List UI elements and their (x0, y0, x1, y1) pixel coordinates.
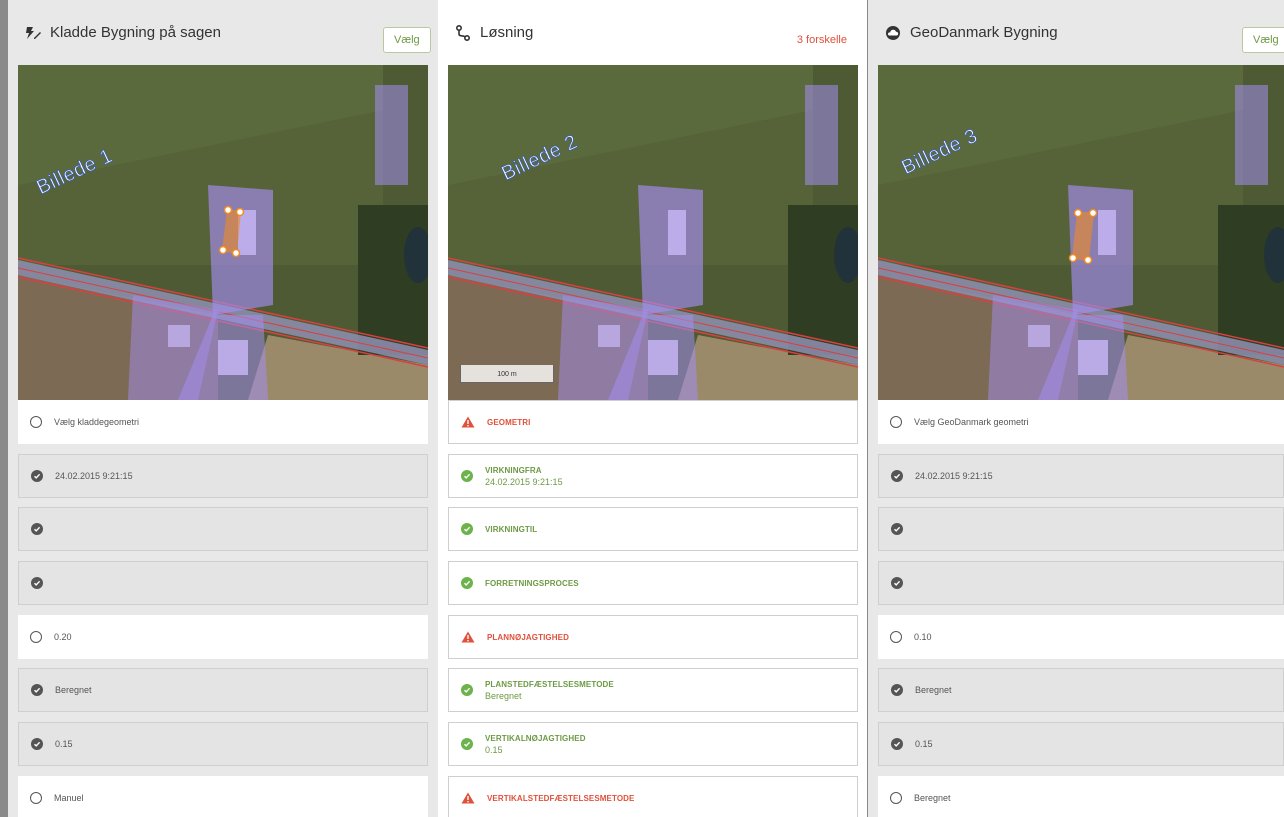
attribute-value: 24.02.2015 9:21:15 (55, 471, 133, 481)
attribute-row (878, 507, 1284, 551)
warning-icon (461, 631, 475, 643)
solution-route-icon (454, 24, 472, 42)
panel-title: Løsning (480, 24, 534, 41)
radio-button[interactable] (890, 792, 902, 804)
check-icon (461, 738, 473, 750)
attribute-text: VIRKNINGTIL (485, 525, 537, 534)
attribute-row (18, 507, 428, 551)
attribute-label: VIRKNINGTIL (485, 524, 538, 534)
attribute-label: PLANSTEDFÆSTELSESMETODE (485, 679, 614, 689)
attribute-label: VERTIKALSTEDFÆSTELSESMETODE (487, 793, 635, 803)
attribute-value: 24.02.2015 9:21:15 (485, 476, 563, 487)
warning-icon (461, 416, 475, 428)
attribute-row[interactable]: PLANNØJAGTIGHED (448, 615, 858, 659)
check-icon (31, 684, 43, 696)
check-icon (31, 523, 43, 535)
attribute-value: Beregnet (485, 690, 522, 701)
scale-bar: 100 m (460, 365, 554, 383)
panel-title: GeoDanmark Bygning (910, 24, 1058, 41)
check-icon (461, 523, 473, 535)
attribute-row[interactable]: GEOMETRI (448, 400, 858, 444)
attribute-value: Beregnet (914, 793, 951, 803)
attribute-value: Manuel (54, 793, 84, 803)
radio-button[interactable] (30, 631, 42, 643)
attribute-value: Vælg kladdegeometri (54, 417, 140, 427)
attribute-row[interactable]: VERTIKALNØJAGTIGHED 0.15 (448, 722, 858, 766)
attribute-row[interactable]: 0.10 (878, 615, 1284, 659)
check-icon (31, 470, 43, 482)
attribute-text: PLANSTEDFÆSTELSESMETODE Beregnet (485, 680, 614, 701)
radio-button[interactable] (890, 416, 902, 428)
attribute-row[interactable]: Beregnet (878, 776, 1284, 817)
panel-title: Kladde Bygning på sagen (50, 24, 221, 41)
attribute-value: Beregnet (915, 685, 952, 695)
attribute-row[interactable]: Manuel (18, 776, 428, 817)
check-icon (891, 684, 903, 696)
panel-header: Kladde Bygning på sagen (8, 0, 438, 65)
attribute-row[interactable]: Vælg GeoDanmark geometri (878, 400, 1284, 444)
map-view[interactable]: Billede 1 (18, 65, 428, 400)
attribute-value: Beregnet (55, 685, 92, 695)
attribute-value: 0.10 (914, 632, 932, 642)
map-view[interactable]: Billede 3 (878, 65, 1284, 400)
attribute-row[interactable]: FORRETNINGSPROCES (448, 561, 858, 605)
check-icon (461, 470, 473, 482)
attribute-row: 0.15 (878, 722, 1284, 766)
attribute-row: 24.02.2015 9:21:15 (18, 454, 428, 498)
radio-button[interactable] (30, 792, 42, 804)
attribute-value: 0.15 (55, 739, 73, 749)
attribute-row (878, 561, 1284, 605)
attribute-row[interactable]: PLANSTEDFÆSTELSESMETODE Beregnet (448, 668, 858, 712)
attribute-text: VERTIKALNØJAGTIGHED 0.15 (485, 734, 586, 755)
attribute-label: FORRETNINGSPROCES (485, 578, 579, 588)
warning-icon (461, 792, 475, 804)
attribute-label: PLANNØJAGTIGHED (487, 632, 569, 642)
check-icon (891, 470, 903, 482)
cloud-icon (884, 24, 902, 42)
attribute-text: VIRKNINGFRA 24.02.2015 9:21:15 (485, 466, 563, 487)
panel-geodanmark: GeoDanmark Bygning Vælg Billede 3 Vælg G… (868, 0, 1284, 817)
attribute-text: FORRETNINGSPROCES (485, 579, 579, 588)
attribute-row[interactable]: 0.20 (18, 615, 428, 659)
attribute-label: VIRKNINGFRA (485, 465, 542, 475)
attribute-row: Beregnet (18, 668, 428, 712)
map-view[interactable]: Billede 2 100 m (448, 65, 858, 400)
attribute-value: 24.02.2015 9:21:15 (915, 471, 993, 481)
attribute-value: 0.20 (54, 632, 72, 642)
attribute-value: 0.15 (915, 739, 933, 749)
attribute-row[interactable]: VIRKNINGFRA 24.02.2015 9:21:15 (448, 454, 858, 498)
panel-draft: Kladde Bygning på sagen Vælg Billede 1 V… (8, 0, 438, 817)
radio-button[interactable] (890, 631, 902, 643)
attribute-row (18, 561, 428, 605)
attribute-text: GEOMETRI (487, 418, 530, 427)
attribute-text: PLANNØJAGTIGHED (487, 633, 569, 642)
check-icon (31, 738, 43, 750)
attribute-value: 0.15 (485, 744, 503, 755)
attribute-label: GEOMETRI (487, 417, 531, 427)
draft-building-icon (24, 24, 42, 42)
attribute-label: VERTIKALNØJAGTIGHED (485, 733, 586, 743)
attribute-row: 24.02.2015 9:21:15 (878, 454, 1284, 498)
attribute-text: VERTIKALSTEDFÆSTELSESMETODE (487, 794, 634, 803)
check-icon (891, 738, 903, 750)
attribute-row[interactable]: VIRKNINGTIL (448, 507, 858, 551)
panel-solution: Løsning 3 forskelle Billede 2 100 m GEOM… (438, 0, 867, 817)
radio-button[interactable] (30, 416, 42, 428)
attribute-row: 0.15 (18, 722, 428, 766)
difference-count: 3 forskelle (796, 34, 847, 46)
comparison-view: Kladde Bygning på sagen Vælg Billede 1 V… (0, 0, 1284, 817)
check-icon (461, 577, 473, 589)
select-button[interactable]: Vælg (1242, 27, 1284, 53)
check-icon (461, 684, 473, 696)
attribute-row: Beregnet (878, 668, 1284, 712)
attribute-row[interactable]: Vælg kladdegeometri (18, 400, 428, 444)
check-icon (891, 577, 903, 589)
panel-header: Løsning (438, 0, 867, 65)
attribute-value: Vælg GeoDanmark geometri (914, 417, 1029, 427)
attribute-row[interactable]: VERTIKALSTEDFÆSTELSESMETODE (448, 776, 858, 817)
panel-header: GeoDanmark Bygning (868, 0, 1284, 65)
select-button[interactable]: Vælg (383, 27, 431, 53)
check-icon (31, 577, 43, 589)
check-icon (891, 523, 903, 535)
